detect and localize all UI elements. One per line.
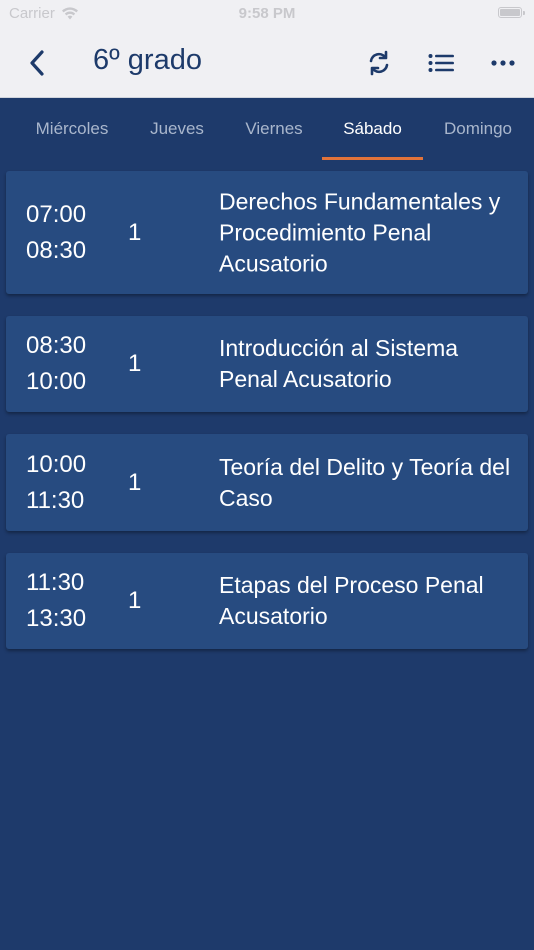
page-title: 6º grado	[93, 44, 202, 76]
refresh-icon	[369, 50, 389, 76]
session-count: 1	[128, 587, 142, 614]
end-time: 11:30	[26, 486, 85, 514]
time-range: 11:30 13:30	[26, 565, 86, 637]
day-tabs: Miércoles Jueves Viernes Sábado Domingo	[0, 98, 534, 160]
tab-jueves[interactable]: Jueves	[137, 98, 217, 160]
subject-name: Teoría del Delito y Teoría del Caso	[219, 453, 511, 511]
navigation-bar: 6º grado	[0, 28, 534, 98]
time-range: 07:00 08:30	[26, 197, 86, 269]
subject-name: Introducción al Sistema Penal Acusatorio	[219, 335, 459, 392]
time-range: 10:00 11:30	[26, 447, 86, 519]
status-bar: Carrier 9:58 PM	[0, 0, 534, 28]
back-button[interactable]	[22, 46, 52, 80]
session-count: 1	[128, 350, 142, 377]
refresh-button[interactable]	[362, 46, 396, 80]
time-range: 08:30 10:00	[26, 328, 86, 400]
start-time: 08:30	[26, 332, 87, 359]
subject-name: Derechos Fundamentales y Procedimiento P…	[219, 188, 501, 276]
session-count: 1	[128, 218, 142, 246]
chevron-left-icon	[30, 50, 44, 76]
tab-miercoles[interactable]: Miércoles	[22, 98, 122, 160]
clock: 9:58 PM	[238, 5, 296, 22]
schedule-row[interactable]: 10:00 11:30 1 Teoría del Delito y Teoría…	[6, 434, 528, 531]
schedule-row[interactable]: 07:00 08:30 1 Derechos Fundamentales y P…	[6, 171, 528, 294]
subject-name: Etapas del Proceso Penal Acusatorio	[219, 572, 484, 629]
end-time: 10:00	[26, 368, 87, 395]
end-time: 13:30	[26, 605, 87, 632]
start-time: 07:00	[26, 200, 87, 228]
schedule-row[interactable]: 08:30 10:00 1 Introducción al Sistema Pe…	[6, 316, 528, 412]
start-time: 11:30	[26, 569, 85, 596]
tab-sabado[interactable]: Sábado	[322, 98, 423, 160]
tab-domingo[interactable]: Domingo	[437, 98, 519, 160]
more-icon	[491, 60, 515, 66]
start-time: 10:00	[26, 450, 87, 478]
schedule-row[interactable]: 11:30 13:30 1 Etapas del Proceso Penal A…	[6, 553, 528, 649]
session-count: 1	[128, 468, 142, 496]
list-view-button[interactable]	[424, 46, 458, 80]
battery-icon	[498, 7, 525, 18]
tab-viernes[interactable]: Viernes	[232, 98, 316, 160]
more-button[interactable]	[486, 46, 520, 80]
end-time: 08:30	[26, 236, 87, 264]
list-icon	[428, 54, 454, 72]
